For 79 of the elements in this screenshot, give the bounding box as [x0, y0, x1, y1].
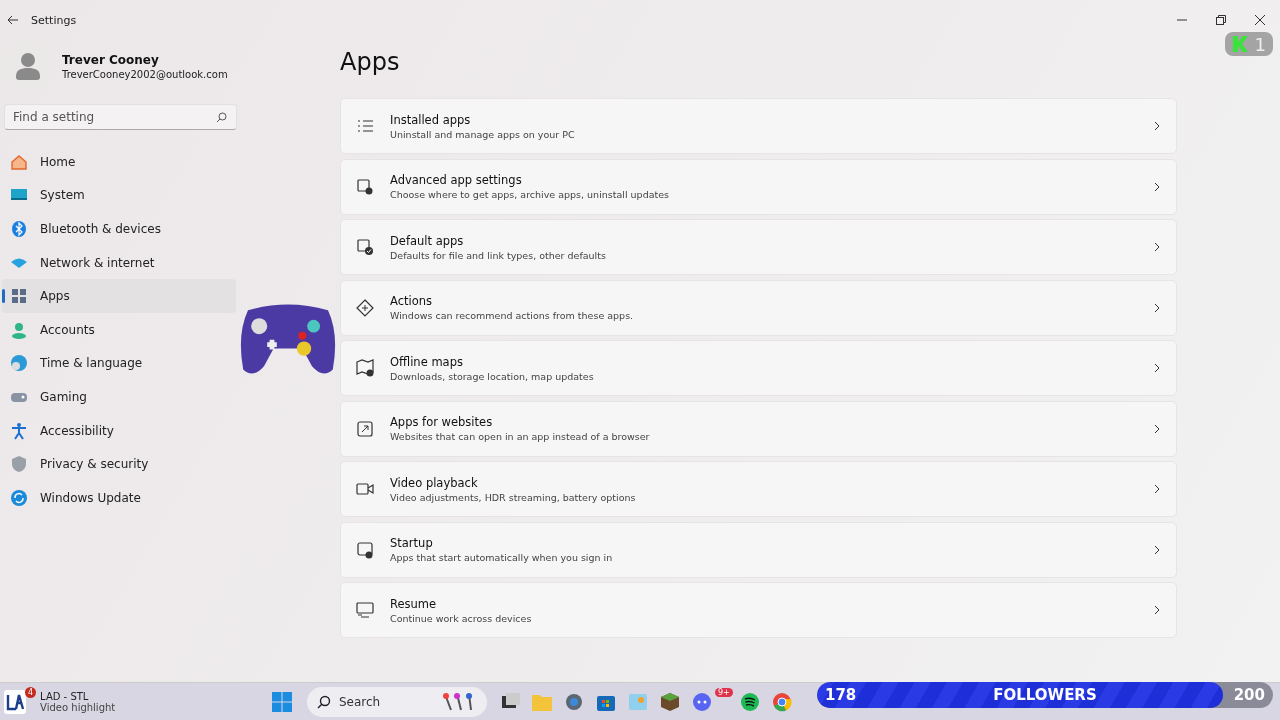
chevron-right-icon [1154, 605, 1160, 615]
page-title: Apps [340, 48, 401, 78]
list-icon [356, 117, 374, 135]
settings-card[interactable]: Apps for websites Websites that can open in an app instead of a browser [340, 400, 1177, 457]
card-title: Offline maps [390, 354, 464, 369]
account-name: Trever Cooney [62, 52, 160, 67]
settings-card[interactable]: Advanced app settings Choose where to get apps, archive apps, uninstall updates [340, 158, 1177, 215]
video-icon [356, 480, 374, 498]
accounts-icon [10, 320, 28, 339]
chevron-right-icon [1154, 544, 1160, 555]
resume-icon [356, 601, 374, 619]
nav-item[interactable]: Time & language [2, 346, 236, 381]
nav-item[interactable]: Home [2, 145, 236, 179]
open-in-app-icon [356, 419, 374, 438]
card-subtitle: Windows can recommend actions from these apps. [390, 310, 635, 321]
follower-count: 178 [825, 686, 857, 704]
card-subtitle: Apps that start automatically when you sign in [390, 552, 614, 563]
privacy-icon [10, 455, 28, 474]
chevron-right-icon [1154, 302, 1160, 313]
window-title: Settings [31, 13, 77, 27]
accessibility-icon [10, 421, 28, 440]
settings-card[interactable]: Default apps Defaults for file and link types, other defaults [340, 219, 1177, 275]
taskbar-search-field[interactable]: Search [307, 686, 487, 717]
notification-badge: 4 [25, 686, 37, 698]
card-subtitle: Defaults for file and link types, other defaults [390, 249, 607, 261]
card-title: Advanced app settings [390, 173, 523, 187]
chevron-right-icon [1154, 484, 1160, 494]
card-title: Apps for websites [390, 415, 494, 429]
settings-card[interactable]: Video playback Video adjustments, HDR streaming, battery options [340, 461, 1177, 517]
search-icon [216, 112, 227, 123]
chevron-right-icon [1154, 363, 1160, 373]
nav-item[interactable]: Privacy & security [2, 447, 236, 481]
widget-title: LAD - STL [40, 690, 90, 702]
chevron-right-icon [1154, 423, 1160, 434]
diamond-icon [356, 298, 374, 317]
card-title: Actions [390, 294, 433, 308]
widget-subtitle: Video highlight [40, 701, 116, 713]
follower-goal: 200 [1233, 686, 1265, 704]
account-email: TreverCooney2002@outlook.com [62, 68, 228, 80]
counter-number: 1 [1254, 33, 1266, 55]
update-icon [10, 488, 28, 507]
follower-label: FOLLOWERS [993, 686, 1097, 704]
settings-card[interactable]: Offline maps Downloads, storage location, map updates [340, 340, 1177, 396]
chevron-right-icon [1154, 121, 1160, 131]
chevron-right-icon [1154, 181, 1160, 192]
map-icon [356, 359, 374, 377]
nav-item[interactable]: System [2, 178, 236, 213]
card-subtitle: Choose where to get apps, archive apps, uninstall updates [390, 189, 671, 200]
setting-search-field[interactable]: Find a setting [4, 104, 237, 130]
nav-item[interactable]: Accessibility [2, 413, 236, 448]
card-title: Startup [390, 536, 434, 550]
nav-item[interactable]: Network & internet [2, 245, 236, 280]
card-subtitle: Uninstall and manage apps on your PC [390, 128, 576, 140]
apps-icon [10, 287, 28, 306]
team-logo-icon[interactable] [4, 689, 26, 714]
card-subtitle: Continue work across devices [390, 612, 533, 624]
nav-item[interactable]: Bluetooth & devices [2, 212, 236, 246]
card-subtitle: Downloads, storage location, map updates [390, 370, 595, 382]
settings-card[interactable]: Startup Apps that start automatically when you sign in [340, 521, 1177, 578]
settings-card[interactable]: Actions Windows can recommend actions from these apps. [340, 279, 1177, 336]
nav-item[interactable]: Gaming [2, 380, 236, 414]
card-title: Default apps [390, 233, 465, 248]
settings-card[interactable]: Installed apps Uninstall and manage apps on your PC [340, 98, 1177, 154]
chevron-right-icon [1154, 242, 1160, 252]
card-subtitle: Websites that can open in an app instead of a browser [390, 431, 651, 442]
nav-item[interactable]: Apps [2, 279, 236, 313]
bluetooth-icon [10, 220, 28, 238]
home-icon [10, 152, 28, 171]
notification-badge: 9+ [715, 687, 733, 697]
nav-item[interactable]: Windows Update [2, 480, 236, 515]
card-title: Resume [390, 596, 438, 611]
settings-card[interactable]: Resume Continue work across devices [340, 582, 1177, 638]
card-subtitle: Video adjustments, HDR streaming, battery options [390, 491, 637, 503]
card-title: Video playback [390, 475, 479, 490]
checkmark-icon [356, 238, 374, 256]
nav-item[interactable]: Accounts [2, 312, 236, 347]
card-title: Installed apps [390, 112, 472, 127]
search-icon [317, 694, 331, 709]
k-logo-icon [1232, 35, 1249, 53]
